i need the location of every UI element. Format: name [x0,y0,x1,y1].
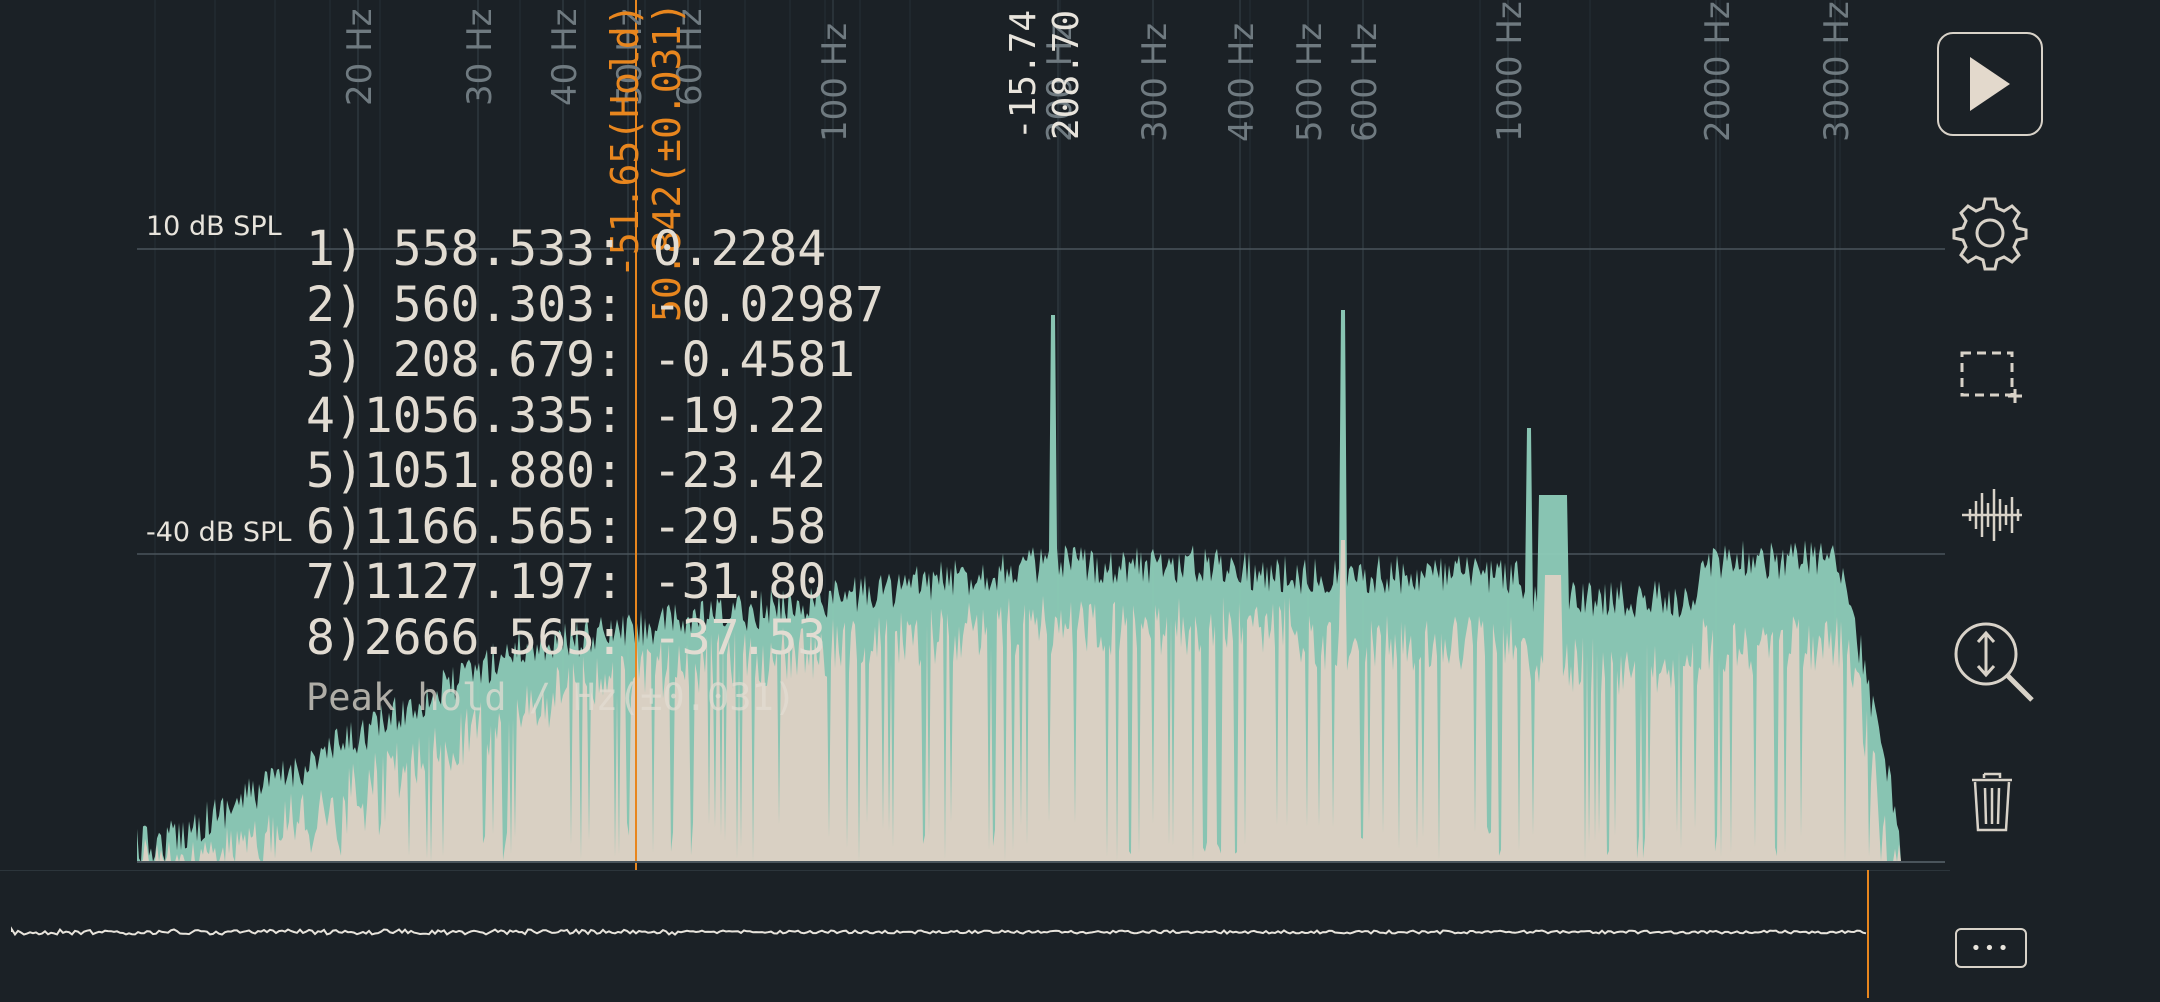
play-button[interactable] [1937,32,2043,136]
peak-row: 3) 208.679: -0.4581 [306,332,856,388]
db-label-top: 10 dB SPL [146,211,282,242]
freq-label: 100 Hz [815,22,855,142]
selection-icon [1960,351,2022,403]
peak-row: 4)1056.335: -19.22 [306,387,827,444]
freq-label: 30 Hz [460,8,500,106]
freq-label: 600 Hz [1345,22,1385,142]
vertical-zoom-button[interactable] [1952,620,2036,704]
peak-row: 8)2666.565: -37.53 [306,609,827,666]
settings-button[interactable] [1947,190,2033,276]
peak-list: 1) 558.533: 0.2284 2) 560.303: -0.02987 3)… [306,221,884,666]
peak-row: 7)1127.197: -31.80 [306,554,827,610]
trash-icon [1972,772,2012,832]
spectrum-plot[interactable] [0,0,1950,870]
spectrum-view[interactable]: 20 Hz 30 Hz 40 Hz 50 Hz 60 Hz 100 Hz 200 Hz 300… [0,0,1950,870]
freq-label: 400 Hz [1222,22,1262,142]
freq-label: 40 Hz [545,8,585,106]
waveform-svg [0,869,1950,998]
freq-label: 3000 Hz [1817,1,1857,142]
gear-icon [1952,197,2028,271]
toolbar: ••• [1937,0,2160,998]
more-icon: ••• [1970,937,2012,959]
delete-button[interactable] [1962,765,2022,837]
waveform-icon [1962,489,2022,541]
play-icon [1970,57,2010,111]
peak-row: 6)1166.565: -29.58 [306,498,827,555]
waveform-overview[interactable] [0,869,1950,998]
freq-label: 300 Hz [1135,22,1175,142]
freq-label: 500 Hz [1290,22,1330,142]
zoom-vertical-icon [1954,622,2034,702]
waveform-button[interactable] [1957,480,2027,550]
cursor-freq-readout: 208.70 [1046,9,1087,140]
more-button[interactable]: ••• [1955,928,2027,968]
waveform-trace [11,926,1867,937]
peak-row: 5)1051.880: -23.42 [306,443,827,499]
cursor-level-readout: -15.74 [1003,9,1044,140]
freq-label: 1000 Hz [1490,1,1530,142]
db-label-middle: -40 dB SPL [146,517,292,548]
freq-label: 20 Hz [340,8,380,106]
peak-row: 2) 560.303: -0.02987 [306,276,884,333]
peak-hold-note: Peak hold / Hz(±0.031) [306,676,797,719]
freq-label: 2000 Hz [1698,1,1738,142]
peak-row: 1) 558.533: 0.2284 [306,221,827,277]
selection-button[interactable] [1957,340,2027,410]
